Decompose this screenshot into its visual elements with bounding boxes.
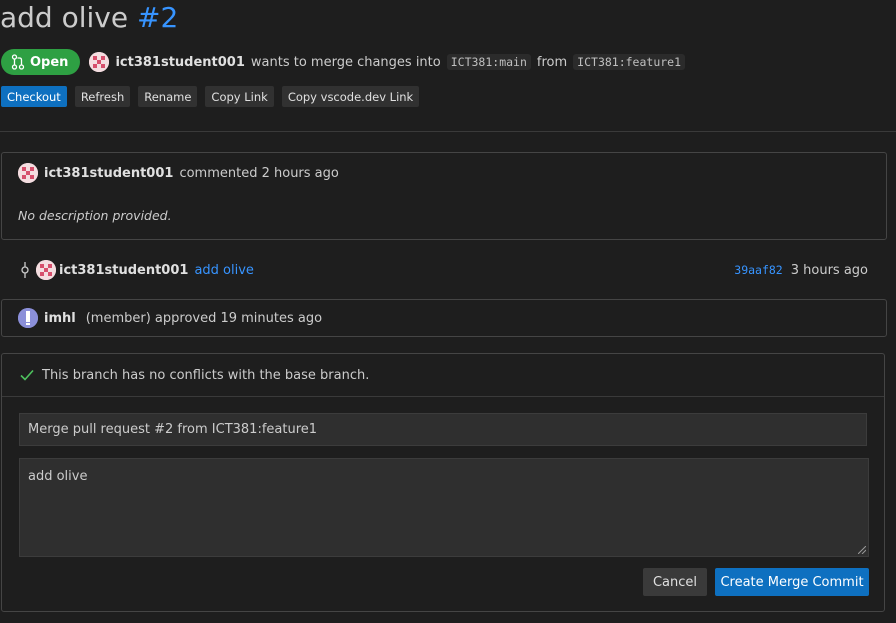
pr-status-row: Open ict381student001 wants to merge cha… bbox=[1, 49, 686, 75]
identicon-icon bbox=[18, 163, 38, 183]
user-avatar-icon bbox=[18, 308, 38, 328]
commit-author[interactable]: ict381student001 bbox=[59, 263, 188, 278]
identicon-icon bbox=[36, 260, 56, 280]
commit-row: ict381student001 add olive 39aaf82 3 hou… bbox=[18, 259, 868, 281]
page-title: add olive #2 bbox=[0, 0, 178, 36]
comment-meta: commented 2 hours ago bbox=[179, 165, 339, 181]
checkout-button[interactable]: Checkout bbox=[1, 86, 67, 107]
avatar bbox=[36, 260, 56, 280]
pr-author[interactable]: ict381student001 bbox=[115, 55, 244, 70]
pr-from-text: from bbox=[536, 54, 568, 70]
comment-body: No description provided. bbox=[18, 208, 172, 223]
comment-card: ict381student001 commented 2 hours ago N… bbox=[1, 152, 887, 240]
commit-meta: 39aaf82 3 hours ago bbox=[734, 263, 868, 278]
check-icon bbox=[20, 369, 34, 381]
avatar bbox=[18, 308, 38, 328]
merge-message-text: add olive bbox=[28, 469, 88, 484]
create-merge-commit-button[interactable]: Create Merge Commit bbox=[715, 568, 869, 596]
git-pull-request-icon bbox=[11, 54, 25, 70]
commit-sha-link[interactable]: 39aaf82 bbox=[734, 263, 782, 277]
merge-message-textarea[interactable]: add olive bbox=[19, 458, 869, 557]
review-author[interactable]: imhl bbox=[44, 311, 76, 326]
source-branch: ICT381:feature1 bbox=[573, 54, 686, 70]
pr-title: add olive bbox=[0, 1, 129, 34]
cancel-button[interactable]: Cancel bbox=[643, 568, 707, 596]
commit-time: 3 hours ago bbox=[790, 262, 868, 278]
avatar bbox=[18, 163, 38, 183]
identicon-icon bbox=[89, 52, 110, 72]
pr-actions: Checkout Refresh Rename Copy Link Copy v… bbox=[1, 86, 420, 107]
comment-author[interactable]: ict381student001 bbox=[44, 166, 173, 181]
pr-status-text: wants to merge changes into bbox=[250, 54, 441, 70]
resize-grip-icon[interactable] bbox=[858, 546, 866, 554]
target-branch: ICT381:main bbox=[446, 54, 531, 70]
git-commit-icon bbox=[21, 262, 29, 278]
merge-panel: This branch has no conflicts with the ba… bbox=[1, 353, 885, 612]
pr-number: #2 bbox=[137, 1, 179, 34]
avatar bbox=[89, 52, 110, 72]
comment-header: ict381student001 commented 2 hours ago bbox=[18, 163, 339, 183]
divider bbox=[0, 131, 896, 132]
copy-vscode-link-button[interactable]: Copy vscode.dev Link bbox=[281, 86, 420, 107]
copy-link-button[interactable]: Copy Link bbox=[205, 86, 274, 107]
merge-title-input[interactable]: Merge pull request #2 from ICT381:featur… bbox=[19, 413, 867, 446]
status-badge-label: Open bbox=[30, 54, 69, 70]
merge-status-text: This branch has no conflicts with the ba… bbox=[42, 367, 370, 383]
merge-status: This branch has no conflicts with the ba… bbox=[2, 354, 884, 397]
review-text: (member) approved 19 minutes ago bbox=[85, 310, 323, 326]
status-badge: Open bbox=[1, 49, 81, 75]
review-row: imhl (member) approved 19 minutes ago bbox=[18, 308, 322, 328]
review-card: imhl (member) approved 19 minutes ago bbox=[1, 299, 887, 337]
refresh-button[interactable]: Refresh bbox=[74, 86, 131, 107]
rename-button[interactable]: Rename bbox=[138, 86, 198, 107]
commit-message-link[interactable]: add olive bbox=[194, 263, 253, 278]
